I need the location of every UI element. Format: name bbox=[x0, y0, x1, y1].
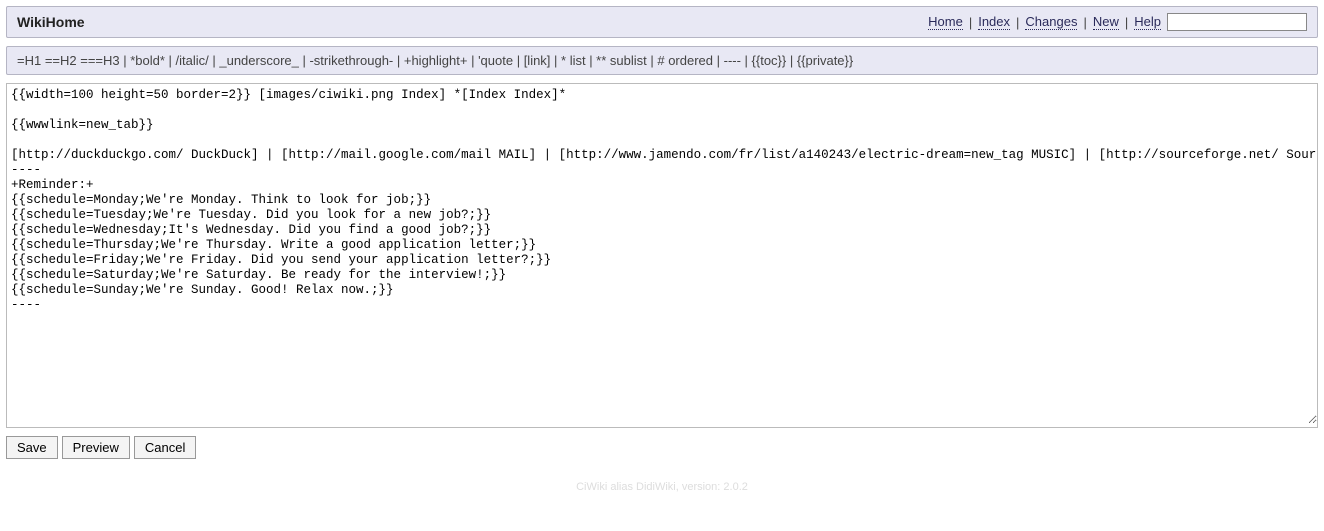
nav-sep: | bbox=[1083, 15, 1086, 30]
footer: CiWiki alias DidiWiki, version: 2.0.2 bbox=[6, 481, 1318, 493]
syntax-help-bar: =H1 ==H2 ===H3 | *bold* | /italic/ | _un… bbox=[6, 46, 1318, 75]
nav-home[interactable]: Home bbox=[928, 14, 963, 30]
nav: Home | Index | Changes | New | Help bbox=[928, 13, 1307, 31]
button-row: Save Preview Cancel bbox=[6, 436, 1318, 459]
wiki-editor[interactable] bbox=[7, 84, 1317, 424]
nav-changes[interactable]: Changes bbox=[1025, 14, 1077, 30]
save-button[interactable]: Save bbox=[6, 436, 58, 459]
nav-sep: | bbox=[969, 15, 972, 30]
syntax-help-text: =H1 ==H2 ===H3 | *bold* | /italic/ | _un… bbox=[17, 53, 853, 68]
nav-sep: | bbox=[1016, 15, 1019, 30]
header-bar: WikiHome Home | Index | Changes | New | … bbox=[6, 6, 1318, 38]
search-input[interactable] bbox=[1167, 13, 1307, 31]
nav-index[interactable]: Index bbox=[978, 14, 1010, 30]
nav-new[interactable]: New bbox=[1093, 14, 1119, 30]
preview-button[interactable]: Preview bbox=[62, 436, 130, 459]
nav-help[interactable]: Help bbox=[1134, 14, 1161, 30]
editor-container bbox=[6, 83, 1318, 428]
cancel-button[interactable]: Cancel bbox=[134, 436, 196, 459]
nav-sep: | bbox=[1125, 15, 1128, 30]
page-title: WikiHome bbox=[17, 14, 85, 30]
